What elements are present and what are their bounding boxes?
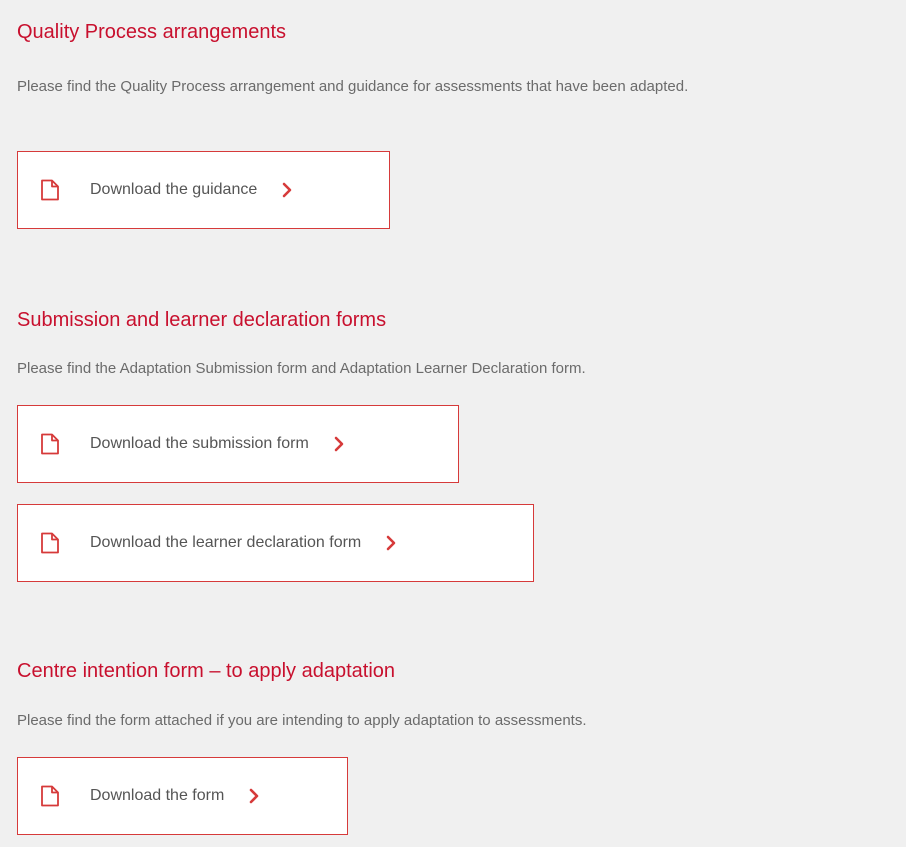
section-heading-submission-forms: Submission and learner declaration forms: [17, 309, 387, 331]
document-icon: [41, 179, 59, 201]
section-heading-quality-process: Quality Process arrangements: [17, 21, 287, 43]
download-form-label: Download the form: [90, 787, 225, 804]
chevron-right-icon: [386, 535, 396, 551]
downloads-page: Quality Process arrangements Please find…: [0, 0, 906, 847]
download-submission-form-button[interactable]: Download the submission form: [17, 405, 459, 483]
section-description-centre-intention: Please find the form attached if you are…: [17, 712, 587, 729]
download-learner-declaration-form-label: Download the learner declaration form: [90, 534, 362, 551]
download-guidance-label: Download the guidance: [90, 181, 258, 198]
document-icon: [41, 532, 59, 554]
document-icon: [41, 785, 59, 807]
download-form-button[interactable]: Download the form: [17, 757, 348, 835]
document-icon: [41, 433, 59, 455]
section-heading-centre-intention: Centre intention form – to apply adaptat…: [17, 660, 396, 682]
download-guidance-button[interactable]: Download the guidance: [17, 151, 390, 229]
chevron-right-icon: [334, 436, 344, 452]
chevron-right-icon: [249, 788, 259, 804]
section-description-quality-process: Please find the Quality Process arrangem…: [17, 78, 689, 95]
download-submission-form-label: Download the submission form: [90, 435, 309, 452]
section-description-submission-forms: Please find the Adaptation Submission fo…: [17, 360, 586, 377]
download-learner-declaration-form-button[interactable]: Download the learner declaration form: [17, 504, 534, 582]
chevron-right-icon: [282, 182, 292, 198]
